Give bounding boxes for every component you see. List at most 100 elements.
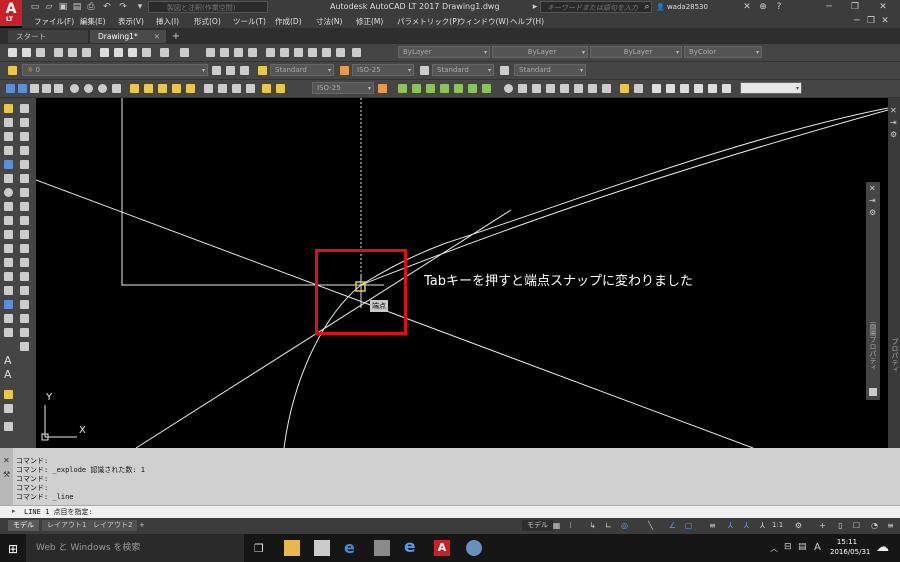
spline-icon[interactable] [4,216,13,225]
layer-properties-icon[interactable] [8,66,17,75]
continue-icon[interactable] [144,84,153,93]
open-icon[interactable] [22,48,31,57]
menu-close-icon[interactable]: ✕ [880,16,890,26]
auto-scale-icon[interactable]: ⅄ [742,521,751,531]
plot-icon[interactable]: ⎙ [86,2,96,12]
chamfer-icon[interactable] [20,300,29,309]
menu-dimension[interactable]: 寸法(N) [316,16,342,27]
center-mark-icon[interactable] [204,84,213,93]
menu-minimize-icon[interactable]: ─ [852,16,862,26]
snap-center-icon[interactable] [482,84,491,93]
snap-mode-icon[interactable]: ⁝ [566,521,575,531]
dim-style-icon[interactable] [340,66,349,75]
publish-icon[interactable] [82,48,91,57]
menu-insert[interactable]: 挿入(I) [156,16,179,27]
move-icon[interactable] [20,174,29,183]
rectangle-icon[interactable] [4,160,13,169]
maximize-icon[interactable]: ❐ [842,0,868,15]
settings-icon[interactable]: ⚙ [869,208,876,217]
search-icon[interactable]: ⌕ [642,2,652,12]
dim-style-manager-icon[interactable] [378,84,387,93]
autohide-icon[interactable]: ⇥ [869,196,876,205]
arc-length-icon[interactable] [30,84,39,93]
help-icon[interactable] [352,48,361,57]
menu-file[interactable]: ファイル(F) [34,16,74,27]
find-icon[interactable] [4,404,13,413]
right-panel-label[interactable]: プロパティ [890,338,900,373]
text-style-icon[interactable] [258,66,267,75]
close-icon[interactable]: ✕ [3,456,10,465]
sheet-set-icon[interactable] [308,48,317,57]
make-block-icon[interactable] [4,272,13,281]
menu-format[interactable]: 形式(O) [194,16,221,27]
command-line[interactable]: ▸ LINE 1 点目を指定: [0,505,900,519]
menu-parametric[interactable]: パラメトリック(P) [397,16,460,27]
dim-style-control[interactable]: ISO-25 ▾ [352,64,414,76]
weather-icon[interactable]: ☁ [876,540,889,555]
snap-node-icon[interactable] [560,84,569,93]
workspace-dropdown[interactable]: 製図と注釈(作業空間) [148,1,268,13]
tab-close-icon[interactable]: ✕ [154,30,160,43]
array-icon[interactable] [20,160,29,169]
polygon-icon[interactable] [4,146,13,155]
color-control[interactable]: ByLayer ▾ [398,46,490,58]
table-style-control[interactable]: Standard ▾ [432,64,494,76]
linetype-control[interactable]: ByLayer ▾ [492,46,588,58]
snap-intersection-icon[interactable] [440,84,449,93]
ellipse-arc-icon[interactable] [4,244,13,253]
autocad-taskbar-icon[interactable]: A [434,540,450,556]
send-back-icon[interactable] [666,84,675,93]
clean-screen-icon[interactable]: ◔ [870,521,879,531]
dim-style-control-2[interactable]: ISO-25 ▾ [312,82,374,94]
a360-icon[interactable]: ⊕ [758,2,768,12]
design-center-icon[interactable] [280,48,289,57]
model-space-button[interactable]: モデル [522,520,553,531]
exchange-icon[interactable]: ✕ [742,2,752,12]
object-snap-icon[interactable]: ▢ [684,521,693,531]
palette-icon[interactable] [869,388,877,396]
pan-icon[interactable] [206,48,215,57]
diameter-icon[interactable] [84,84,93,93]
hatch-back-icon[interactable] [722,84,731,93]
store-icon[interactable] [314,540,330,556]
new-tab-button[interactable]: + [170,31,182,42]
new-icon[interactable] [8,48,17,57]
lineweight-icon[interactable]: ≡ [708,521,717,531]
snap-tangent-icon[interactable] [518,84,527,93]
linear-dim-icon[interactable] [6,84,15,93]
tab-drawing1[interactable]: Drawing1* ✕ [90,30,166,43]
workspace-switch-icon[interactable]: ⚙ [794,521,803,531]
annotation-visibility-icon[interactable]: ⅄ [726,521,735,531]
properties-icon[interactable] [266,48,275,57]
menu-help[interactable]: ヘルプ(H) [510,16,544,27]
tolerance-icon[interactable] [186,84,195,93]
scale-icon[interactable] [20,202,29,211]
ortho-icon[interactable]: ∟ [604,521,613,531]
snap-none-icon[interactable] [602,84,611,93]
snap-from-icon[interactable] [398,84,407,93]
calculator-icon[interactable] [336,48,345,57]
windows-start-icon[interactable]: ⊞ [8,542,18,556]
zoom-realtime-icon[interactable] [220,48,229,57]
open-icon[interactable]: ▱ [44,2,54,12]
menu-tools[interactable]: ツール(T) [233,16,266,27]
close-icon[interactable]: ✕ [870,0,896,15]
media-player-icon[interactable] [374,540,390,556]
preview-icon[interactable] [68,48,77,57]
join-icon[interactable] [20,286,29,295]
menu-view[interactable]: 表示(V) [118,16,144,27]
quick-dim-icon[interactable] [112,84,121,93]
send-under-icon[interactable] [694,84,703,93]
break-point-icon[interactable] [20,258,29,267]
layer-previous-icon[interactable] [226,66,235,75]
fillet-icon[interactable] [20,314,29,323]
snap-perpendicular-icon[interactable] [532,84,541,93]
visual-style-control[interactable]: ▾ [740,82,802,94]
dim-update-icon[interactable] [276,84,285,93]
offset-icon[interactable] [20,146,29,155]
settings-icon[interactable]: ⚙ [890,130,897,139]
point-icon[interactable] [4,286,13,295]
ellipse-icon[interactable] [4,230,13,239]
file-explorer-icon[interactable] [284,540,300,556]
menu-draw[interactable]: 作成(D) [275,16,302,27]
